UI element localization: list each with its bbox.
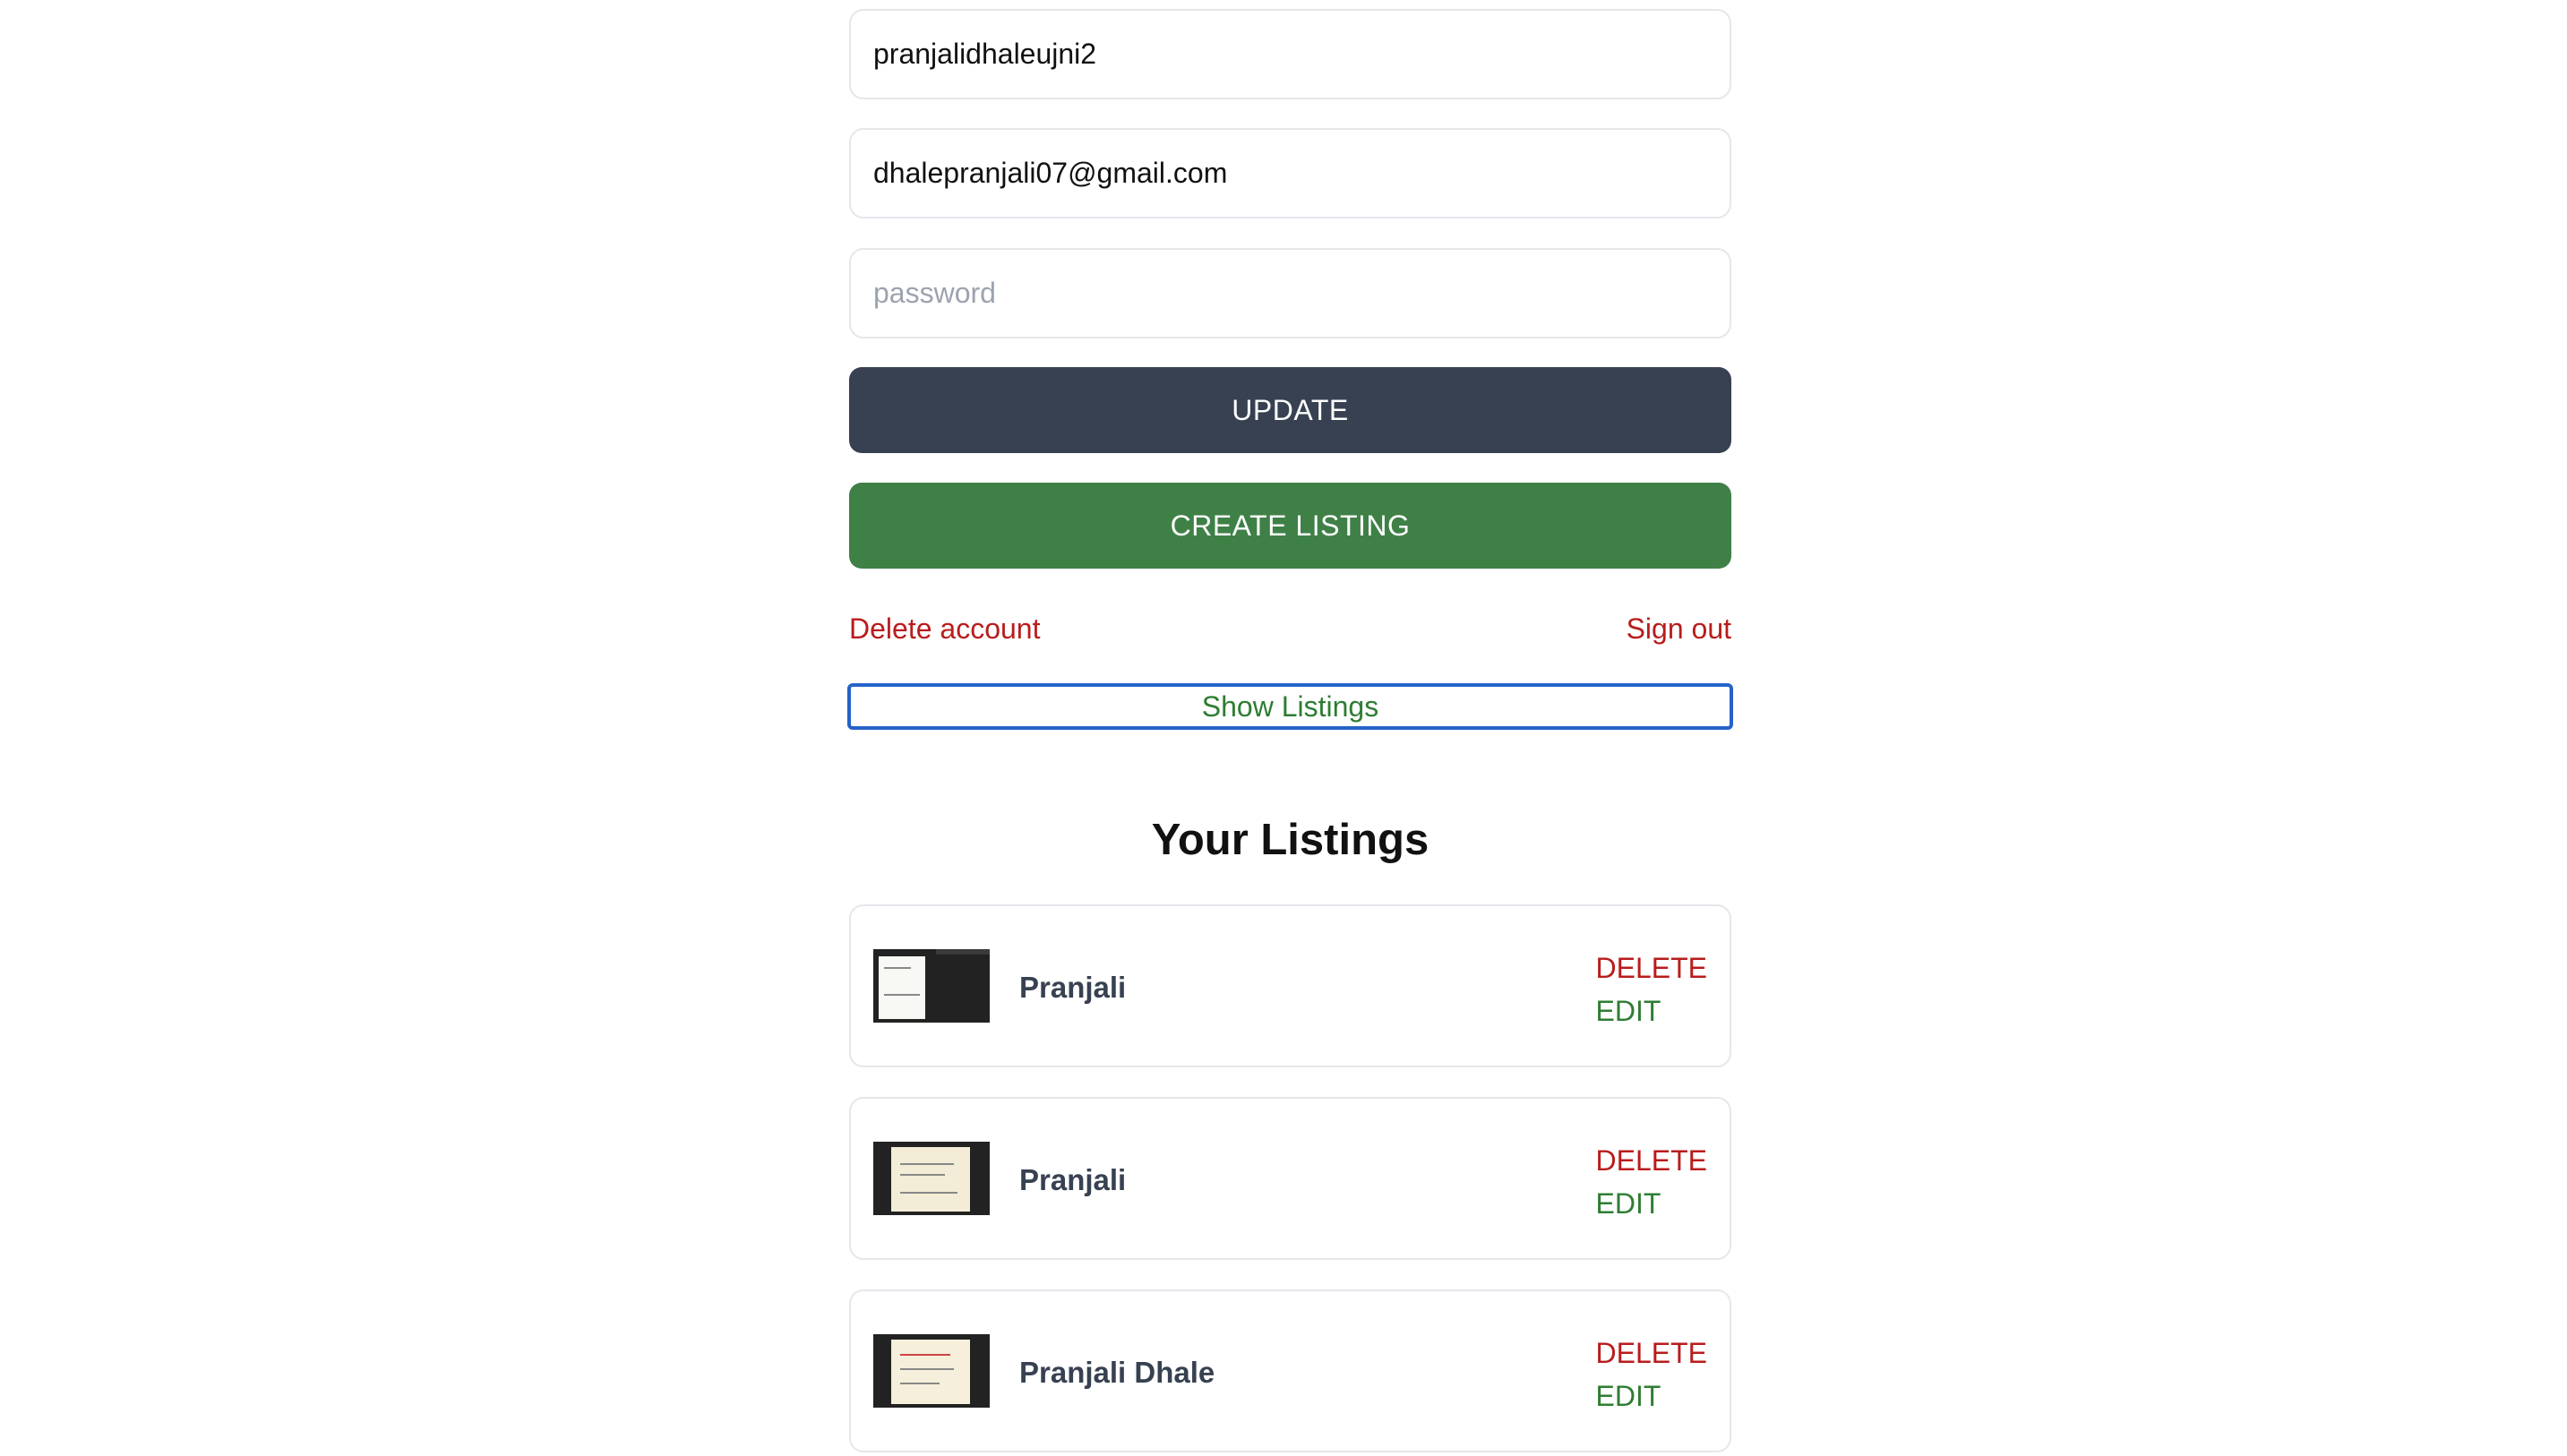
email-field[interactable] [849,128,1731,218]
listing-card: Pranjali DELETE EDIT [849,1097,1731,1260]
edit-listing-button[interactable]: EDIT [1596,1375,1661,1417]
delete-listing-button[interactable]: DELETE [1596,946,1707,989]
listing-name[interactable]: Pranjali Dhale [1019,1291,1215,1454]
listing-thumbnail[interactable] [873,1142,990,1215]
listing-actions: DELETE EDIT [1596,1332,1707,1417]
delete-listing-button[interactable]: DELETE [1596,1332,1707,1375]
create-listing-button[interactable]: CREATE LISTING [849,483,1731,569]
account-actions: Delete account Sign out [849,609,1731,648]
username-field[interactable] [849,9,1731,99]
delete-listing-button[interactable]: DELETE [1596,1139,1707,1182]
delete-account-link[interactable]: Delete account [849,612,1040,646]
listing-actions: DELETE EDIT [1596,1139,1707,1225]
listing-actions: DELETE EDIT [1596,946,1707,1032]
edit-listing-button[interactable]: EDIT [1596,1182,1661,1225]
sign-out-link[interactable]: Sign out [1627,612,1731,646]
show-listings-button[interactable]: Show Listings [847,683,1733,730]
listing-card: Pranjali Dhale DELETE EDIT [849,1289,1731,1452]
password-field[interactable] [849,248,1731,338]
listing-name[interactable]: Pranjali [1019,906,1126,1069]
edit-listing-button[interactable]: EDIT [1596,989,1661,1032]
listing-name[interactable]: Pranjali [1019,1099,1126,1262]
listing-thumbnail[interactable] [873,1334,990,1408]
update-button[interactable]: UPDATE [849,367,1731,453]
listing-card: Pranjali DELETE EDIT [849,904,1731,1067]
listings-heading: Your Listings [1151,816,1429,864]
listing-thumbnail[interactable] [873,949,990,1023]
